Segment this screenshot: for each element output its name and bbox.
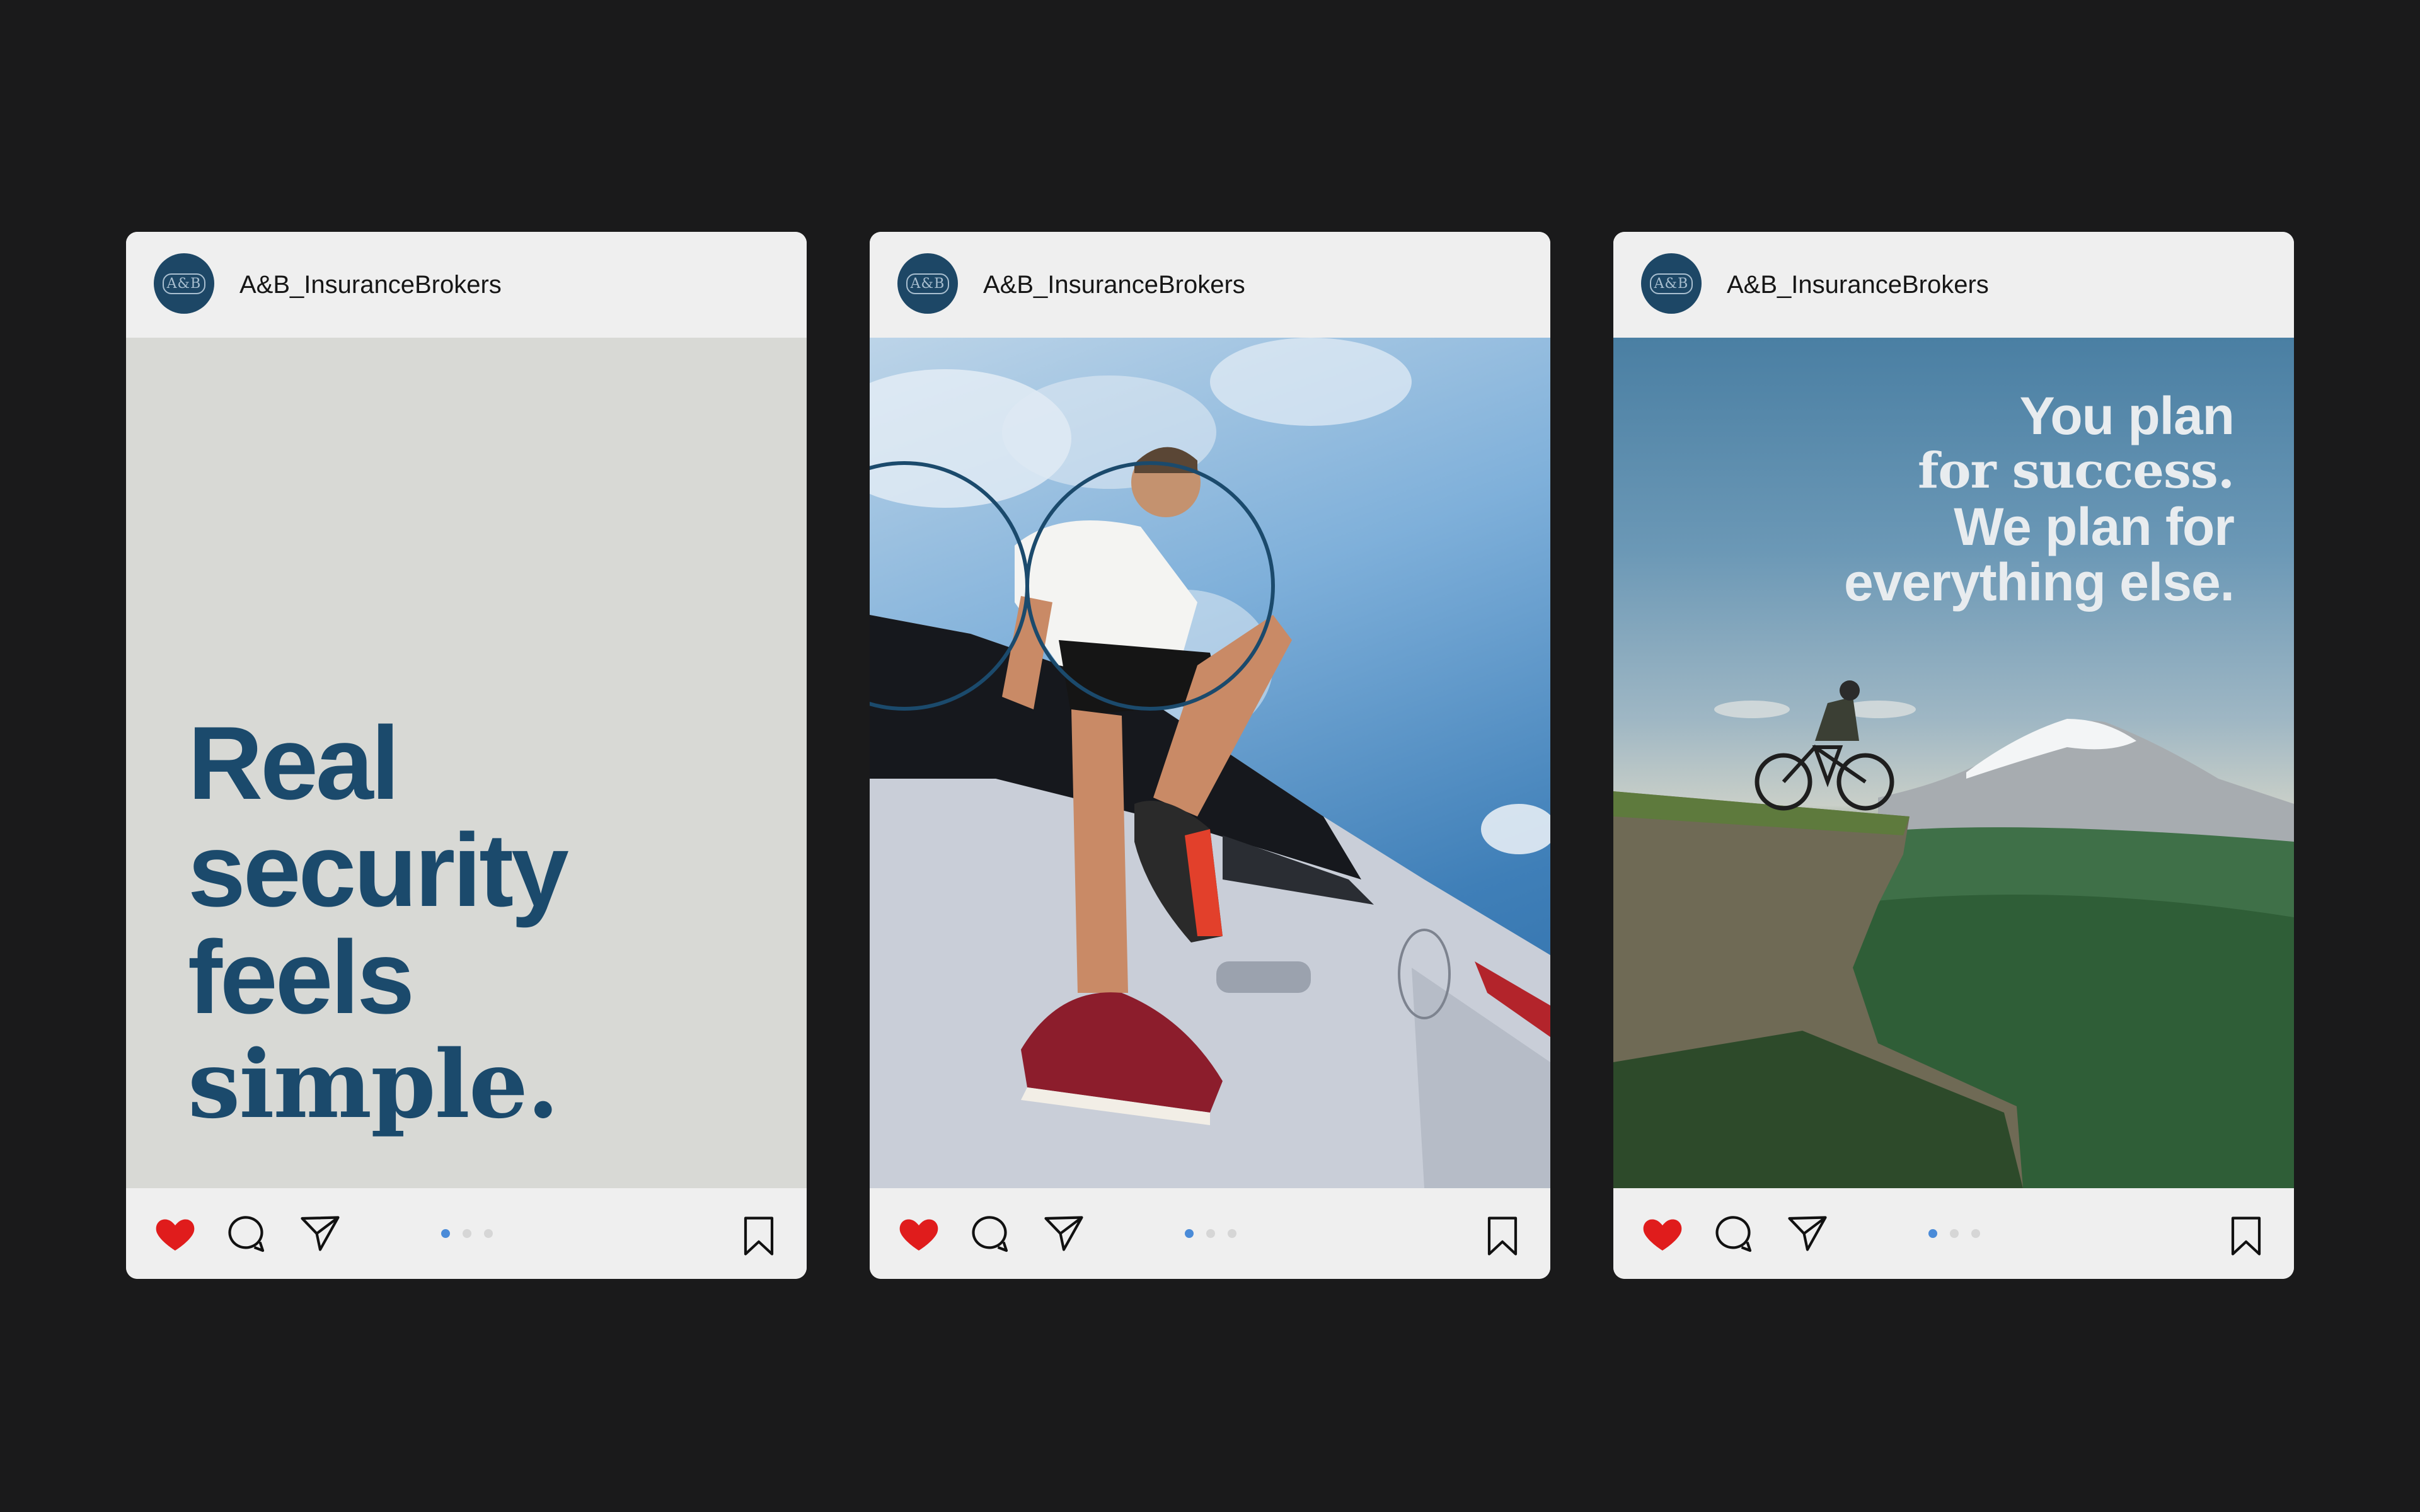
avatar-logo-text: A&B — [906, 273, 950, 294]
headline-line: feels — [188, 919, 415, 1035]
post-header: A&B A&B_InsuranceBrokers — [870, 232, 1550, 338]
post-image[interactable]: You plan for success. We plan for everyt… — [1613, 338, 2294, 1188]
heart-icon[interactable] — [153, 1211, 198, 1256]
share-icon[interactable] — [1041, 1211, 1086, 1256]
headline-line: everything else. — [1844, 553, 2235, 612]
avatar[interactable]: A&B — [154, 253, 214, 314]
username[interactable]: A&B_InsuranceBrokers — [239, 232, 502, 338]
post-image[interactable] — [870, 338, 1550, 1188]
avatar-logo-text: A&B — [1649, 273, 1693, 294]
avatar[interactable]: A&B — [897, 253, 958, 314]
post-actions — [126, 1188, 807, 1279]
headline-line: simple. — [188, 1029, 560, 1139]
carousel-dot — [1971, 1229, 1980, 1238]
carousel-dot — [1206, 1229, 1215, 1238]
carousel-indicator — [1185, 1229, 1236, 1238]
instagram-post: A&B A&B_InsuranceBrokers You plan for su… — [1613, 232, 2294, 1279]
carousel-dot-active — [1928, 1229, 1937, 1238]
comment-icon[interactable] — [223, 1211, 268, 1256]
post-header: A&B A&B_InsuranceBrokers — [126, 232, 807, 338]
instagram-post: A&B A&B_InsuranceBrokers — [870, 232, 1550, 1279]
bookmark-icon[interactable] — [736, 1213, 781, 1259]
username[interactable]: A&B_InsuranceBrokers — [983, 232, 1245, 338]
comment-icon[interactable] — [967, 1211, 1012, 1256]
headline-line: security — [188, 812, 569, 928]
headline-line: for success. — [1917, 442, 2235, 500]
avatar[interactable]: A&B — [1641, 253, 1702, 314]
username[interactable]: A&B_InsuranceBrokers — [1727, 232, 1989, 338]
headline-line: We plan for — [1954, 497, 2235, 556]
share-icon[interactable] — [1785, 1211, 1830, 1256]
post-actions — [1613, 1188, 2294, 1279]
carousel-dot — [1950, 1229, 1959, 1238]
carousel-dot — [484, 1229, 493, 1238]
carousel-dot-active — [441, 1229, 450, 1238]
share-icon[interactable] — [297, 1211, 343, 1256]
comment-icon[interactable] — [1710, 1211, 1756, 1256]
carousel-indicator — [1928, 1229, 1980, 1238]
headline-line: Real — [188, 705, 400, 821]
carousel-dot — [463, 1229, 471, 1238]
avatar-logo-text: A&B — [162, 273, 206, 294]
car-photo-illustration — [870, 338, 1550, 1188]
headline-line: You plan — [2019, 386, 2235, 445]
instagram-post: A&B A&B_InsuranceBrokers Real security f… — [126, 232, 807, 1279]
post-header: A&B A&B_InsuranceBrokers — [1613, 232, 2294, 338]
post-image[interactable]: Real security feels simple. — [126, 338, 807, 1188]
post-actions — [870, 1188, 1550, 1279]
heart-icon[interactable] — [896, 1211, 942, 1256]
bookmark-icon[interactable] — [1480, 1213, 1525, 1259]
carousel-dot-active — [1185, 1229, 1194, 1238]
bookmark-icon[interactable] — [2223, 1213, 2269, 1259]
carousel-indicator — [441, 1229, 493, 1238]
carousel-dot — [1228, 1229, 1236, 1238]
heart-icon[interactable] — [1640, 1211, 1685, 1256]
post-headline: You plan for success. We plan for everyt… — [1844, 386, 2235, 612]
post-headline: Real security feels simple. — [188, 705, 569, 1139]
